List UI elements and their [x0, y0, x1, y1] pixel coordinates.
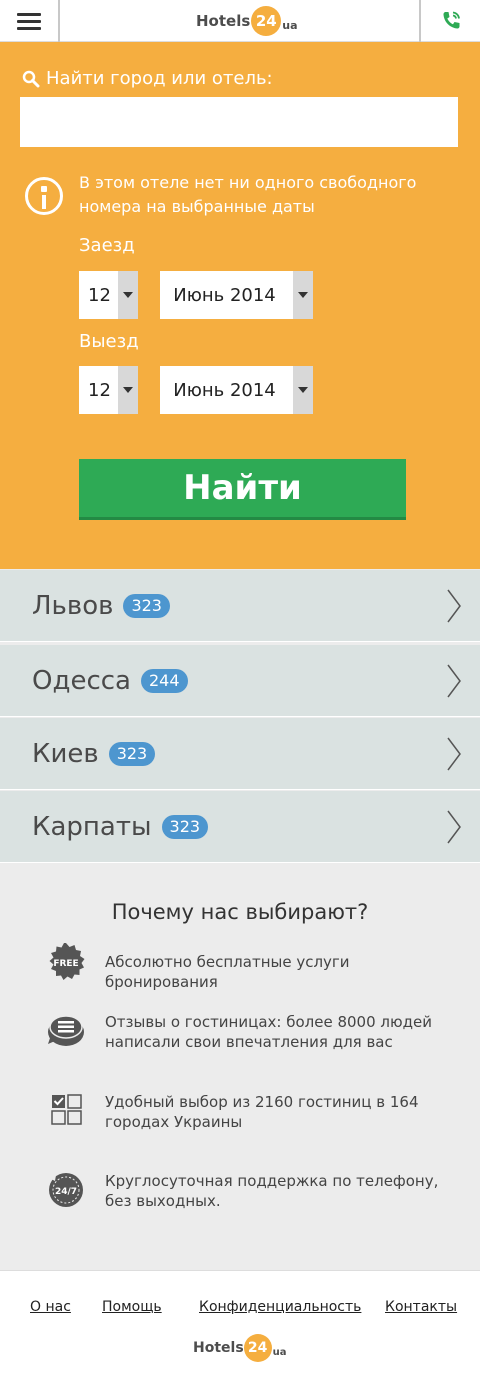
availability-notice: В этом отеле нет ни одного свободного но…: [79, 173, 417, 216]
city-item-lviv[interactable]: Львов 323: [0, 570, 480, 642]
city-name: Киев: [32, 738, 99, 769]
footer-logo-word: Hotels: [193, 1340, 244, 1356]
footer-link-privacy[interactable]: Конфиденциальность: [199, 1299, 361, 1315]
chevron-right-icon: [447, 589, 461, 623]
footer-logo-suffix: ua: [272, 1346, 287, 1358]
city-item-odessa[interactable]: Одесса 244: [0, 645, 480, 717]
support-badge-text: 24/7: [55, 1187, 77, 1197]
footer-logo-number: 24: [243, 1334, 272, 1362]
phone-call-icon[interactable]: [419, 0, 480, 42]
chevron-right-icon: [447, 737, 461, 771]
logo-number: 24: [251, 6, 282, 36]
checkout-month-value: Июнь 2014: [173, 379, 276, 401]
features-title: Почему нас выбирают?: [111, 900, 369, 924]
logo-suffix: ua: [282, 18, 298, 32]
chevron-down-icon: [293, 366, 313, 414]
logo-word: Hotels: [196, 12, 251, 30]
footer: О нас Помощь Конфиденциальность Контакты…: [0, 1270, 480, 1375]
chevron-right-icon: [447, 664, 461, 698]
checkin-day-select[interactable]: 12: [79, 271, 138, 319]
support-24-7-icon: 24/7: [49, 1173, 83, 1207]
top-header: Hotels 24 ua: [0, 0, 480, 42]
search-icon: [22, 70, 40, 87]
footer-link-contacts[interactable]: Контакты: [385, 1299, 457, 1315]
footer-logo[interactable]: Hotels 24 ua: [193, 1334, 287, 1362]
feature-text: Абсолютно бесплатные услуги бронирования: [105, 953, 350, 991]
find-button[interactable]: Найти: [79, 459, 406, 520]
logo[interactable]: Hotels 24 ua: [196, 3, 298, 39]
chevron-down-icon: [293, 271, 313, 319]
search-panel: Найти город или отель: В этом отеле нет …: [0, 42, 480, 569]
chevron-down-icon: [118, 366, 138, 414]
footer-link-help[interactable]: Помощь: [102, 1299, 162, 1315]
checkout-day-select[interactable]: 12: [79, 366, 138, 414]
checkin-month-select[interactable]: Июнь 2014: [160, 271, 313, 319]
feature-text: Отзывы о гостиницах: более 8000 людей на…: [105, 1013, 432, 1051]
feature-text: Круглосуточная поддержка по телефону, бе…: [105, 1172, 439, 1210]
search-label: Найти город или отель:: [22, 68, 273, 89]
chevron-down-icon: [118, 271, 138, 319]
checkin-month-value: Июнь 2014: [173, 284, 276, 306]
city-name: Одесса: [32, 665, 131, 696]
free-badge-icon: FREE: [49, 943, 85, 980]
city-name: Львов: [32, 590, 114, 621]
city-hotel-count-badge: 323: [123, 593, 170, 618]
city-hotel-count-badge: 244: [140, 668, 188, 693]
free-badge-text: FREE: [53, 959, 78, 969]
checkin-day-value: 12: [88, 284, 111, 306]
chevron-right-icon: [447, 810, 461, 844]
hamburger-menu-icon[interactable]: [0, 0, 60, 42]
city-item-kiev[interactable]: Киев 323: [0, 718, 480, 790]
reviews-icon: [48, 1015, 84, 1046]
search-input[interactable]: [20, 97, 458, 147]
checkout-label: Выезд: [79, 331, 139, 352]
city-name: Карпаты: [32, 811, 152, 842]
search-label-text: Найти город или отель:: [46, 68, 273, 89]
checkout-month-select[interactable]: Июнь 2014: [160, 366, 313, 414]
choice-grid-icon: [51, 1094, 82, 1125]
footer-link-about[interactable]: О нас: [30, 1299, 71, 1315]
checkin-label: Заезд: [79, 235, 135, 256]
info-icon: [25, 177, 63, 215]
city-item-karpaty[interactable]: Карпаты 323: [0, 791, 480, 863]
feature-text: Удобный выбор из 2160 гостиниц в 164 гор…: [105, 1093, 419, 1131]
checkout-day-value: 12: [88, 379, 111, 401]
city-hotel-count-badge: 323: [108, 741, 156, 766]
city-hotel-count-badge: 323: [161, 814, 209, 839]
